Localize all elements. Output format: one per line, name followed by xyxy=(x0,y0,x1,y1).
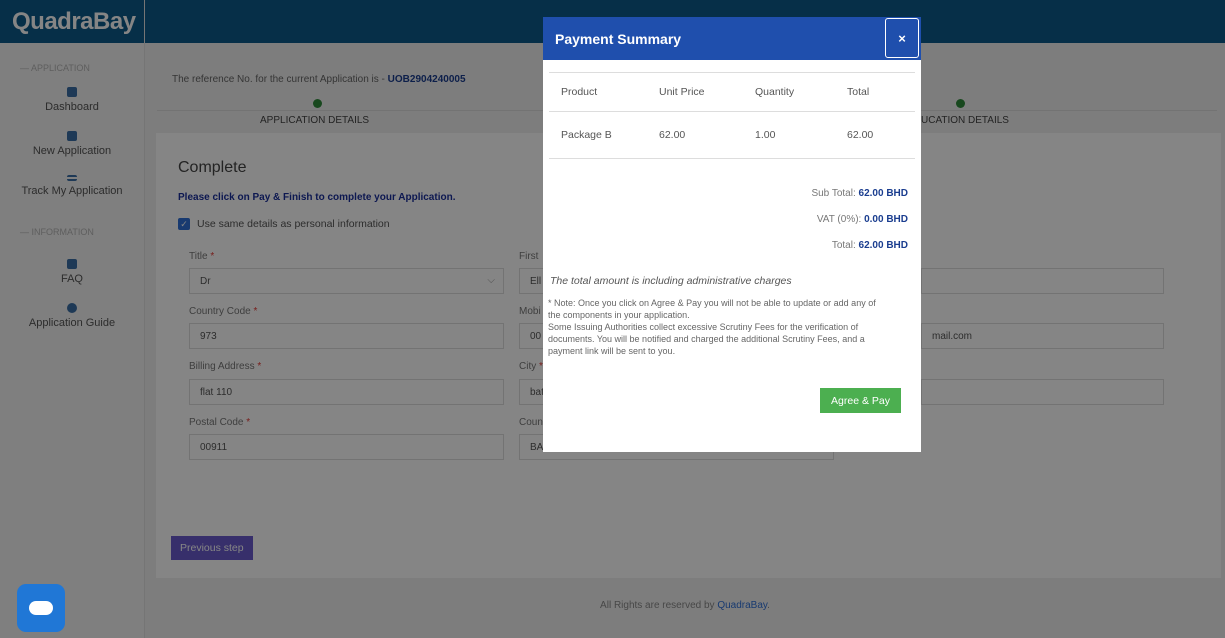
column-header-unit-price: Unit Price xyxy=(659,86,705,98)
cell-total: 62.00 xyxy=(847,129,874,141)
payment-table: Product Unit Price Quantity Total Packag… xyxy=(549,72,915,159)
chat-button[interactable] xyxy=(17,584,65,632)
close-button[interactable]: × xyxy=(885,18,919,58)
close-icon: × xyxy=(898,30,906,46)
column-header-quantity: Quantity xyxy=(755,86,795,98)
grand-total-value: 62.00 BHD xyxy=(858,240,908,251)
sub-total-value: 62.00 BHD xyxy=(858,188,908,199)
cell-quantity: 1.00 xyxy=(755,129,776,141)
modal-title: Payment Summary xyxy=(555,31,682,47)
admin-charges-note: The total amount is including administra… xyxy=(550,275,792,287)
payment-note: * Note: Once you click on Agree & Pay yo… xyxy=(548,298,876,356)
modal-header: Payment Summary × xyxy=(543,17,921,60)
agree-and-pay-button[interactable]: Agree & Pay xyxy=(820,388,901,413)
table-row: Package B 62.00 1.00 62.00 xyxy=(549,112,915,159)
sub-total: Sub Total: 62.00 BHD xyxy=(811,188,908,199)
column-header-total: Total xyxy=(847,86,870,98)
grand-total: Total: 62.00 BHD xyxy=(831,240,908,251)
payment-summary-modal: Payment Summary × Product Unit Price Qua… xyxy=(543,17,921,452)
vat-value: 0.00 BHD xyxy=(864,214,908,225)
column-header-product: Product xyxy=(561,86,598,98)
vat: VAT (0%): 0.00 BHD xyxy=(816,214,908,225)
cell-unit-price: 62.00 xyxy=(659,129,686,141)
chat-icon xyxy=(29,601,53,615)
cell-product: Package B xyxy=(561,129,612,141)
table-header-row: Product Unit Price Quantity Total xyxy=(549,73,915,112)
